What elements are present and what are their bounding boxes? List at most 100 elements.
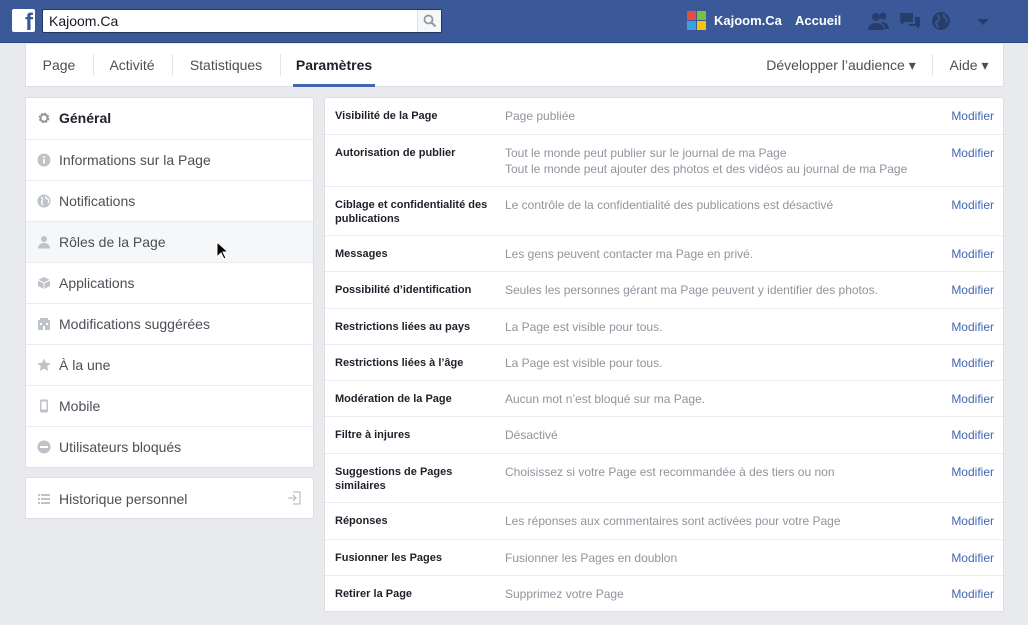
home-link[interactable]: Accueil: [795, 13, 841, 28]
row-label: Ciblage et confidentialité des publicati…: [335, 199, 488, 225]
sidebar-item-label: Applications: [59, 275, 135, 291]
divider: [93, 54, 94, 76]
row-label: Modération de la Page: [335, 393, 452, 405]
top-right-nav: Kajoom.Ca Accueil: [0, 0, 1028, 43]
edit-link[interactable]: Modifier: [951, 586, 994, 602]
info-icon: [37, 153, 51, 167]
account-menu-chevron-down-icon[interactable]: [971, 10, 995, 32]
profile-link[interactable]: Kajoom.Ca: [714, 13, 782, 28]
settings-row-tagging[interactable]: Possibilité d’identification Seules les …: [325, 271, 1003, 308]
row-label: Visibilité de la Page: [335, 110, 438, 122]
sidebar-item-page-info[interactable]: Informations sur la Page: [26, 139, 313, 180]
star-icon: [37, 358, 51, 371]
edit-link[interactable]: Modifier: [951, 145, 994, 161]
row-label: Fusionner les Pages: [335, 552, 442, 564]
settings-row-age-restrictions[interactable]: Restrictions liées à l’âge La Page est v…: [325, 344, 1003, 380]
settings-row-profanity-filter[interactable]: Filtre à injures Désactivé Modifier: [325, 416, 1003, 453]
sidebar-item-label: Notifications: [59, 193, 136, 209]
settings-row-visibility[interactable]: Visibilité de la Page Page publiée Modif…: [325, 98, 1003, 134]
sidebar-item-notifications[interactable]: Notifications: [26, 180, 313, 221]
row-label: Possibilité d’identification: [335, 284, 472, 296]
row-description: Tout le monde peut ajouter des photos et…: [505, 162, 908, 176]
settings-table: Visibilité de la Page Page publiée Modif…: [324, 97, 1004, 612]
row-description: Page publiée: [505, 109, 576, 123]
messages-icon[interactable]: [898, 10, 922, 32]
settings-row-messages[interactable]: Messages Les gens peuvent contacter ma P…: [325, 235, 1003, 271]
mouse-cursor-icon: [216, 241, 229, 260]
edit-link[interactable]: Modifier: [951, 108, 994, 124]
edit-link[interactable]: Modifier: [951, 391, 994, 407]
tab-grow-audience[interactable]: Développer l’audience ▾: [761, 44, 921, 87]
sidebar-item-general[interactable]: Général: [26, 98, 313, 139]
settings-row-remove-page[interactable]: Retirer la Page Supprimez votre Page Mod…: [325, 575, 1003, 611]
top-bar: f Kajoom.Ca Accueil: [0, 0, 1028, 43]
row-description: Choisissez si votre Page est recommandée…: [505, 465, 835, 479]
notifications-globe-icon[interactable]: [929, 10, 953, 32]
globe-icon: [37, 194, 51, 208]
sidebar-item-mobile[interactable]: Mobile: [26, 385, 313, 426]
sidebar-item-label: Rôles de la Page: [59, 234, 166, 250]
divider: [280, 54, 281, 76]
tab-settings[interactable]: Paramètres: [293, 44, 375, 87]
sidebar-item-label: Historique personnel: [59, 491, 188, 507]
edit-link[interactable]: Modifier: [951, 246, 994, 262]
row-description: Seules les personnes gérant ma Page peuv…: [505, 283, 878, 297]
edit-link[interactable]: Modifier: [951, 427, 994, 443]
divider: [172, 54, 173, 76]
settings-row-merge-pages[interactable]: Fusionner les Pages Fusionner les Pages …: [325, 539, 1003, 575]
row-label: Restrictions liées à l’âge: [335, 357, 464, 369]
export-icon[interactable]: [287, 491, 301, 505]
tab-page[interactable]: Page: [30, 44, 88, 87]
divider: [932, 54, 933, 76]
row-label: Autorisation de publier: [335, 147, 456, 159]
gear-icon: [38, 112, 50, 124]
friend-requests-icon[interactable]: [867, 10, 891, 32]
edit-link[interactable]: Modifier: [951, 282, 994, 298]
row-description: Les gens peuvent contacter ma Page en pr…: [505, 247, 754, 261]
sidebar-item-label: Mobile: [59, 398, 101, 414]
row-description: Fusionner les Pages en doublon: [505, 551, 678, 565]
sidebar-item-label: Général: [59, 110, 112, 126]
settings-row-posting-ability[interactable]: Autorisation de publier Tout le monde pe…: [325, 134, 1003, 186]
edit-link[interactable]: Modifier: [951, 319, 994, 335]
row-description: Supprimez votre Page: [505, 587, 624, 601]
row-description: La Page est visible pour tous.: [505, 356, 663, 370]
row-label: Filtre à injures: [335, 429, 411, 441]
edit-link[interactable]: Modifier: [951, 464, 994, 480]
edit-link[interactable]: Modifier: [951, 550, 994, 566]
phone-icon: [40, 399, 48, 413]
tab-activity[interactable]: Activité: [98, 44, 166, 87]
tab-help[interactable]: Aide ▾: [944, 44, 994, 87]
building-icon: [38, 318, 50, 330]
divider: [785, 12, 786, 30]
settings-sidebar: Général Informations sur la Page Notific…: [25, 97, 314, 468]
page-tab-bar: Page Activité Statistiques Paramètres Dé…: [25, 44, 1004, 87]
sidebar-item-applications[interactable]: Applications: [26, 262, 313, 303]
row-label: Retirer la Page: [335, 588, 413, 600]
sidebar-item-label: Modifications suggérées: [59, 316, 210, 332]
edit-link[interactable]: Modifier: [951, 355, 994, 371]
row-label: Suggestions de Pages similaires: [335, 466, 453, 492]
sidebar-item-blocked-users[interactable]: Utilisateurs bloqués: [26, 426, 313, 467]
settings-row-replies[interactable]: Réponses Les réponses aux commentaires s…: [325, 502, 1003, 539]
settings-row-post-privacy[interactable]: Ciblage et confidentialité des publicati…: [325, 186, 1003, 235]
row-description: La Page est visible pour tous.: [505, 320, 663, 334]
sidebar-item-suggested-edits[interactable]: Modifications suggérées: [26, 303, 313, 344]
row-label: Messages: [335, 248, 388, 260]
row-description: Le contrôle de la confidentialité des pu…: [505, 198, 834, 212]
row-description: Tout le monde peut publier sur le journa…: [505, 146, 787, 160]
list-icon: [38, 494, 50, 504]
row-label: Restrictions liées au pays: [335, 321, 471, 333]
sidebar-item-page-roles[interactable]: Rôles de la Page: [26, 221, 313, 262]
sidebar-item-label: Utilisateurs bloqués: [59, 439, 182, 455]
sidebar-item-activity-log[interactable]: Historique personnel: [25, 477, 314, 519]
edit-link[interactable]: Modifier: [951, 513, 994, 529]
settings-row-similar-pages[interactable]: Suggestions de Pages similaires Choisiss…: [325, 453, 1003, 502]
settings-row-page-moderation[interactable]: Modération de la Page Aucun mot n’est bl…: [325, 380, 1003, 416]
sidebar-item-featured[interactable]: À la une: [26, 344, 313, 385]
profile-picture-icon[interactable]: [687, 11, 706, 30]
settings-row-country-restrictions[interactable]: Restrictions liées au pays La Page est v…: [325, 308, 1003, 344]
edit-link[interactable]: Modifier: [951, 197, 994, 213]
tab-statistics[interactable]: Statistiques: [178, 44, 274, 87]
sidebar-item-label: Informations sur la Page: [59, 152, 211, 168]
